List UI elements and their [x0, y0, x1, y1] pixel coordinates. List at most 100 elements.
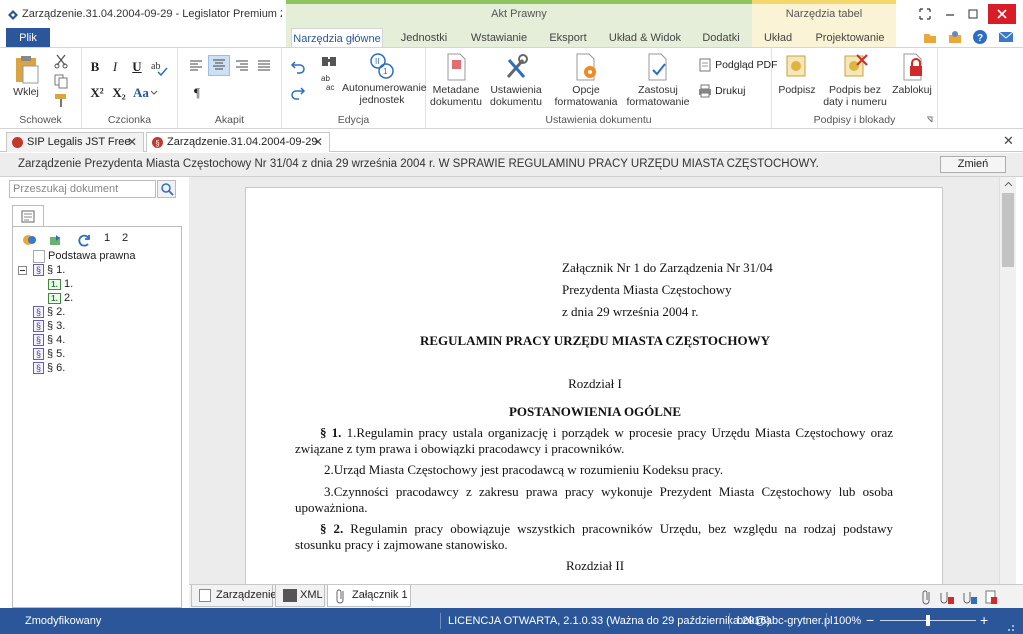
zoom-in-icon[interactable]: +: [980, 612, 988, 628]
tree-item-par-5[interactable]: § § 5.: [33, 347, 65, 361]
close-window-button[interactable]: [988, 4, 1016, 24]
level-1-button[interactable]: 1: [104, 232, 110, 244]
chapter-heading: Rozdział II: [565, 558, 625, 573]
metadata-button[interactable]: Metadane dokumentu: [428, 52, 484, 108]
tree-item-ust-2[interactable]: 1. 2.: [48, 291, 73, 305]
tab-uklad-widok[interactable]: Układ & Widok: [604, 28, 686, 48]
justify-icon[interactable]: [256, 58, 272, 74]
close-all-tabs-icon[interactable]: ✕: [1003, 133, 1014, 149]
zoom-slider-thumb[interactable]: [926, 615, 930, 626]
bold-button[interactable]: B: [86, 58, 104, 76]
pilcrow-button[interactable]: ¶: [188, 84, 206, 102]
change-case-button[interactable]: Aa: [130, 84, 152, 102]
attachment-header-line: z dnia 29 września 2004 r.: [562, 304, 699, 319]
search-input[interactable]: Przeszukaj dokument: [9, 180, 156, 198]
outline-tab[interactable]: [12, 205, 44, 227]
italic-button[interactable]: I: [106, 58, 124, 76]
restore-icon[interactable]: [963, 6, 983, 22]
vertical-scrollbar[interactable]: [999, 177, 1016, 584]
cut-icon[interactable]: [52, 53, 70, 69]
close-tab-icon[interactable]: ✕: [313, 133, 323, 151]
replace-icon[interactable]: abac: [320, 73, 338, 91]
align-center-button[interactable]: [208, 55, 230, 76]
underline-button[interactable]: U: [128, 58, 146, 76]
tab-narzedzia-glowne[interactable]: Narzędzia główne: [291, 28, 383, 48]
tab-jednostki[interactable]: Jednostki: [392, 28, 456, 48]
apply-format-icon: [648, 53, 667, 81]
tree-item-ust-1[interactable]: 1. 1.: [48, 277, 73, 291]
attachment-pdf-icon[interactable]: [962, 589, 978, 605]
support-email[interactable]: bok@abc-grytner.pl: [737, 615, 833, 627]
spellcheck-icon[interactable]: ab: [150, 58, 168, 76]
refresh-icon[interactable]: [77, 233, 93, 247]
doc-tab-sip-legalis[interactable]: SIP Legalis JST Free ✕: [6, 132, 144, 152]
paste-button[interactable]: Wklej: [8, 54, 44, 98]
change-button[interactable]: Zmień: [940, 156, 1006, 173]
tree-item-par-4[interactable]: § § 4.: [33, 333, 65, 347]
doc-tab-zarzadzenie[interactable]: § Zarządzenie.31.04.2004-09-29 ✕: [146, 132, 330, 152]
sign-without-date-button[interactable]: Podpis bez daty i numeru: [822, 52, 888, 108]
format-options-button[interactable]: Opcje formatowania: [548, 52, 624, 108]
view-tab-zalacznik-1[interactable]: Załącznik 1: [327, 585, 411, 607]
search-button[interactable]: [157, 180, 176, 198]
tree-item-par-1[interactable]: § § 1.: [33, 263, 65, 277]
fullscreen-icon[interactable]: [915, 6, 935, 22]
print-button[interactable]: Drukuj: [698, 84, 745, 100]
scrollbar-thumb[interactable]: [1002, 193, 1014, 267]
attachment-header-line: Prezydenta Miasta Częstochowy: [562, 282, 732, 297]
view-tab-xml[interactable]: XML: [275, 585, 325, 607]
scroll-up-icon[interactable]: [1004, 181, 1013, 187]
attachment-export-icon[interactable]: [983, 589, 999, 605]
apply-format-button[interactable]: Zastosuj formatowanie: [618, 52, 698, 108]
zoom-out-icon[interactable]: −: [866, 612, 874, 628]
chevron-down-icon[interactable]: [150, 90, 158, 96]
find-icon[interactable]: [320, 53, 338, 69]
document-settings-button[interactable]: Ustawienia dokumentu: [486, 52, 546, 108]
remove-attachment-icon[interactable]: [939, 589, 955, 605]
folder-icon[interactable]: [922, 29, 938, 45]
document-viewer[interactable]: Załącznik Nr 1 do Zarządzenia Nr 31/04 P…: [189, 177, 999, 584]
tree-item-par-6[interactable]: § § 6.: [33, 361, 65, 375]
user-folder-icon[interactable]: [947, 29, 963, 45]
tab-dodatki[interactable]: Dodatki: [694, 28, 748, 48]
close-tab-icon[interactable]: ✕: [127, 133, 137, 151]
tree-item-podstawa[interactable]: Podstawa prawna: [33, 249, 135, 263]
file-tab[interactable]: Plik: [6, 28, 50, 48]
undo-icon[interactable]: [290, 58, 306, 74]
level-2-button[interactable]: 2: [122, 232, 128, 244]
view-tab-zarzadzenie[interactable]: Zarządzenie: [191, 585, 277, 607]
license-info: LICENCJA OTWARTA, 2.1.0.33 (Ważna do 29 …: [448, 615, 771, 627]
copy-icon[interactable]: [52, 73, 70, 89]
tab-eksport[interactable]: Eksport: [540, 28, 596, 48]
subscript-button[interactable]: X₂: [108, 84, 130, 102]
tab-uklad[interactable]: Układ: [756, 28, 800, 48]
resize-grip-icon[interactable]: [1004, 621, 1016, 633]
tab-wstawianie[interactable]: Wstawianie: [464, 28, 534, 48]
tree-item-par-2[interactable]: § § 2.: [33, 305, 65, 319]
format-painter-icon[interactable]: [52, 92, 70, 108]
align-right-icon[interactable]: [234, 58, 250, 74]
email-icon[interactable]: [998, 29, 1014, 45]
align-left-icon[interactable]: [188, 58, 204, 74]
collapse-icon[interactable]: [48, 233, 64, 247]
document-info-bar: Zarządzenie Prezydenta Miasta Częstochow…: [0, 153, 1023, 177]
dialog-launcher-icon[interactable]: [926, 116, 934, 124]
tab-projektowanie[interactable]: Projektowanie: [808, 28, 892, 48]
help-icon[interactable]: ?: [972, 29, 988, 45]
expand-all-icon[interactable]: [22, 233, 38, 247]
outline-tree: 1 2 Podstawa prawna § § 1. 1. 1. 1. 2. § § 2…: [12, 226, 182, 608]
autonumber-button[interactable]: II 1 Autonumerowanie jednostek: [342, 52, 427, 106]
minimize-icon[interactable]: [940, 6, 960, 22]
pdf-preview-button[interactable]: Podgląd PDF: [698, 58, 778, 74]
svg-text:ab: ab: [321, 74, 330, 83]
lock-button[interactable]: Zablokuj: [890, 52, 934, 96]
superscript-button[interactable]: X²: [86, 84, 108, 102]
collapse-node-icon[interactable]: [18, 266, 27, 275]
tree-item-par-3[interactable]: § § 3.: [33, 319, 65, 333]
search-icon: [161, 183, 174, 196]
redo-icon[interactable]: [290, 84, 306, 100]
paragraph-1-section-2: 2.Urząd Miasta Częstochowy jest pracodaw…: [324, 462, 724, 477]
add-attachment-icon[interactable]: [920, 589, 934, 605]
settings-tools-icon: [506, 54, 528, 78]
sign-button[interactable]: Podpisz: [776, 52, 818, 96]
